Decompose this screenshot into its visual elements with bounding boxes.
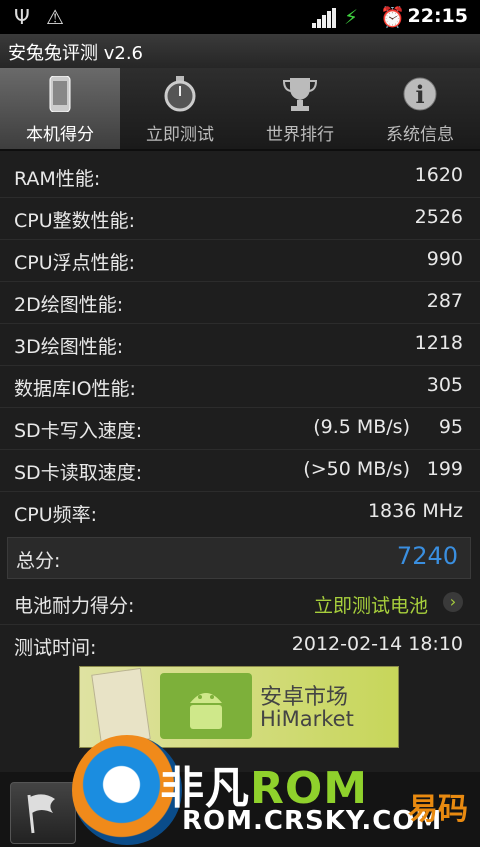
score-speed: (9.5 MB/s): [313, 416, 410, 438]
score-label: CPU整数性能:: [14, 210, 136, 232]
app-title: 安兔兔评测 v2.6: [8, 43, 143, 64]
score-value: 990: [426, 248, 463, 270]
test-time-label: 测试时间:: [14, 637, 97, 659]
score-label: 2D绘图性能:: [14, 294, 124, 316]
tab-label: 世界排行: [266, 125, 334, 145]
test-time-value: 2012-02-14 18:10: [291, 633, 463, 655]
svg-text:i: i: [415, 80, 424, 109]
score-label: SD卡读取速度:: [14, 462, 143, 484]
score-row-cpu-float: CPU浮点性能: 990: [0, 239, 480, 282]
android-robot-icon: [160, 673, 252, 739]
info-icon: i: [403, 77, 437, 111]
tab-world-ranking[interactable]: 世界排行: [240, 68, 360, 149]
score-value: 2526: [414, 206, 463, 228]
score-value: 199: [426, 458, 463, 480]
trophy-icon: [282, 78, 318, 111]
score-value: 1620: [414, 164, 463, 186]
score-value: 287: [426, 290, 463, 312]
score-label: 数据库IO性能:: [14, 378, 136, 400]
tab-test-now[interactable]: 立即测试: [120, 68, 240, 149]
score-row-2d: 2D绘图性能: 287: [0, 281, 480, 324]
flag-button[interactable]: [10, 782, 76, 844]
battery-label: 电池耐力得分:: [14, 595, 135, 617]
score-value: 1218: [414, 332, 463, 354]
test-time-row: 测试时间: 2012-02-14 18:10: [0, 624, 480, 666]
score-row-sd-write: SD卡写入速度: (9.5 MB/s) 95: [0, 407, 480, 450]
chevron-right-icon[interactable]: ›: [443, 592, 463, 612]
watermark-right-text: 易码: [408, 792, 468, 827]
tab-system-info[interactable]: i 系统信息: [360, 68, 480, 149]
total-value: 7240: [396, 542, 458, 570]
score-label: SD卡写入速度:: [14, 420, 143, 442]
score-row-db-io: 数据库IO性能: 305: [0, 365, 480, 408]
tab-label: 本机得分: [26, 125, 94, 145]
score-label: CPU浮点性能:: [14, 252, 136, 274]
score-row-cpu-freq: CPU频率: 1836 MHz: [0, 491, 480, 533]
tab-bar: 本机得分 立即测试 世界排行 i 系统信息: [0, 68, 480, 151]
total-score-box: 总分: 7240: [7, 537, 471, 579]
signal-icon: [312, 8, 338, 28]
battery-test-link[interactable]: 立即测试电池: [314, 591, 428, 618]
score-value: 305: [426, 374, 463, 396]
tab-label: 立即测试: [146, 125, 214, 145]
warning-icon: ⚠: [46, 5, 64, 29]
total-label: 总分:: [16, 550, 61, 572]
status-bar: Ψ ⚠ ⚡ ⏰ 22:15: [0, 0, 480, 34]
status-time: 22:15: [407, 5, 468, 27]
score-value: 1836 MHz: [367, 500, 463, 522]
banner-subtitle: HiMarket: [260, 707, 354, 731]
watermark-url: ROM.CRSKY.COM: [182, 806, 443, 836]
alarm-icon: ⏰: [380, 5, 405, 29]
app-title-bar: 安兔兔评测 v2.6: [0, 34, 480, 69]
tab-device-score[interactable]: 本机得分: [0, 68, 120, 149]
score-row-3d: 3D绘图性能: 1218: [0, 323, 480, 366]
score-row-cpu-int: CPU整数性能: 2526: [0, 197, 480, 240]
score-label: CPU频率:: [14, 504, 98, 526]
score-label: 3D绘图性能:: [14, 336, 124, 358]
usb-icon: Ψ: [14, 5, 30, 29]
score-value: 95: [438, 416, 463, 438]
score-row-ram: RAM性能: 1620: [0, 155, 480, 198]
score-label: RAM性能:: [14, 168, 101, 190]
phone-icon: [49, 76, 71, 112]
flag-icon: [27, 794, 55, 834]
score-row-sd-read: SD卡读取速度: (>50 MB/s) 199: [0, 449, 480, 492]
battery-row[interactable]: 电池耐力得分: 立即测试电池 ›: [0, 582, 480, 625]
tab-label: 系统信息: [386, 125, 454, 145]
score-speed: (>50 MB/s): [303, 458, 410, 480]
battery-charging-icon: ⚡: [344, 5, 359, 29]
stopwatch-icon: [164, 76, 196, 112]
